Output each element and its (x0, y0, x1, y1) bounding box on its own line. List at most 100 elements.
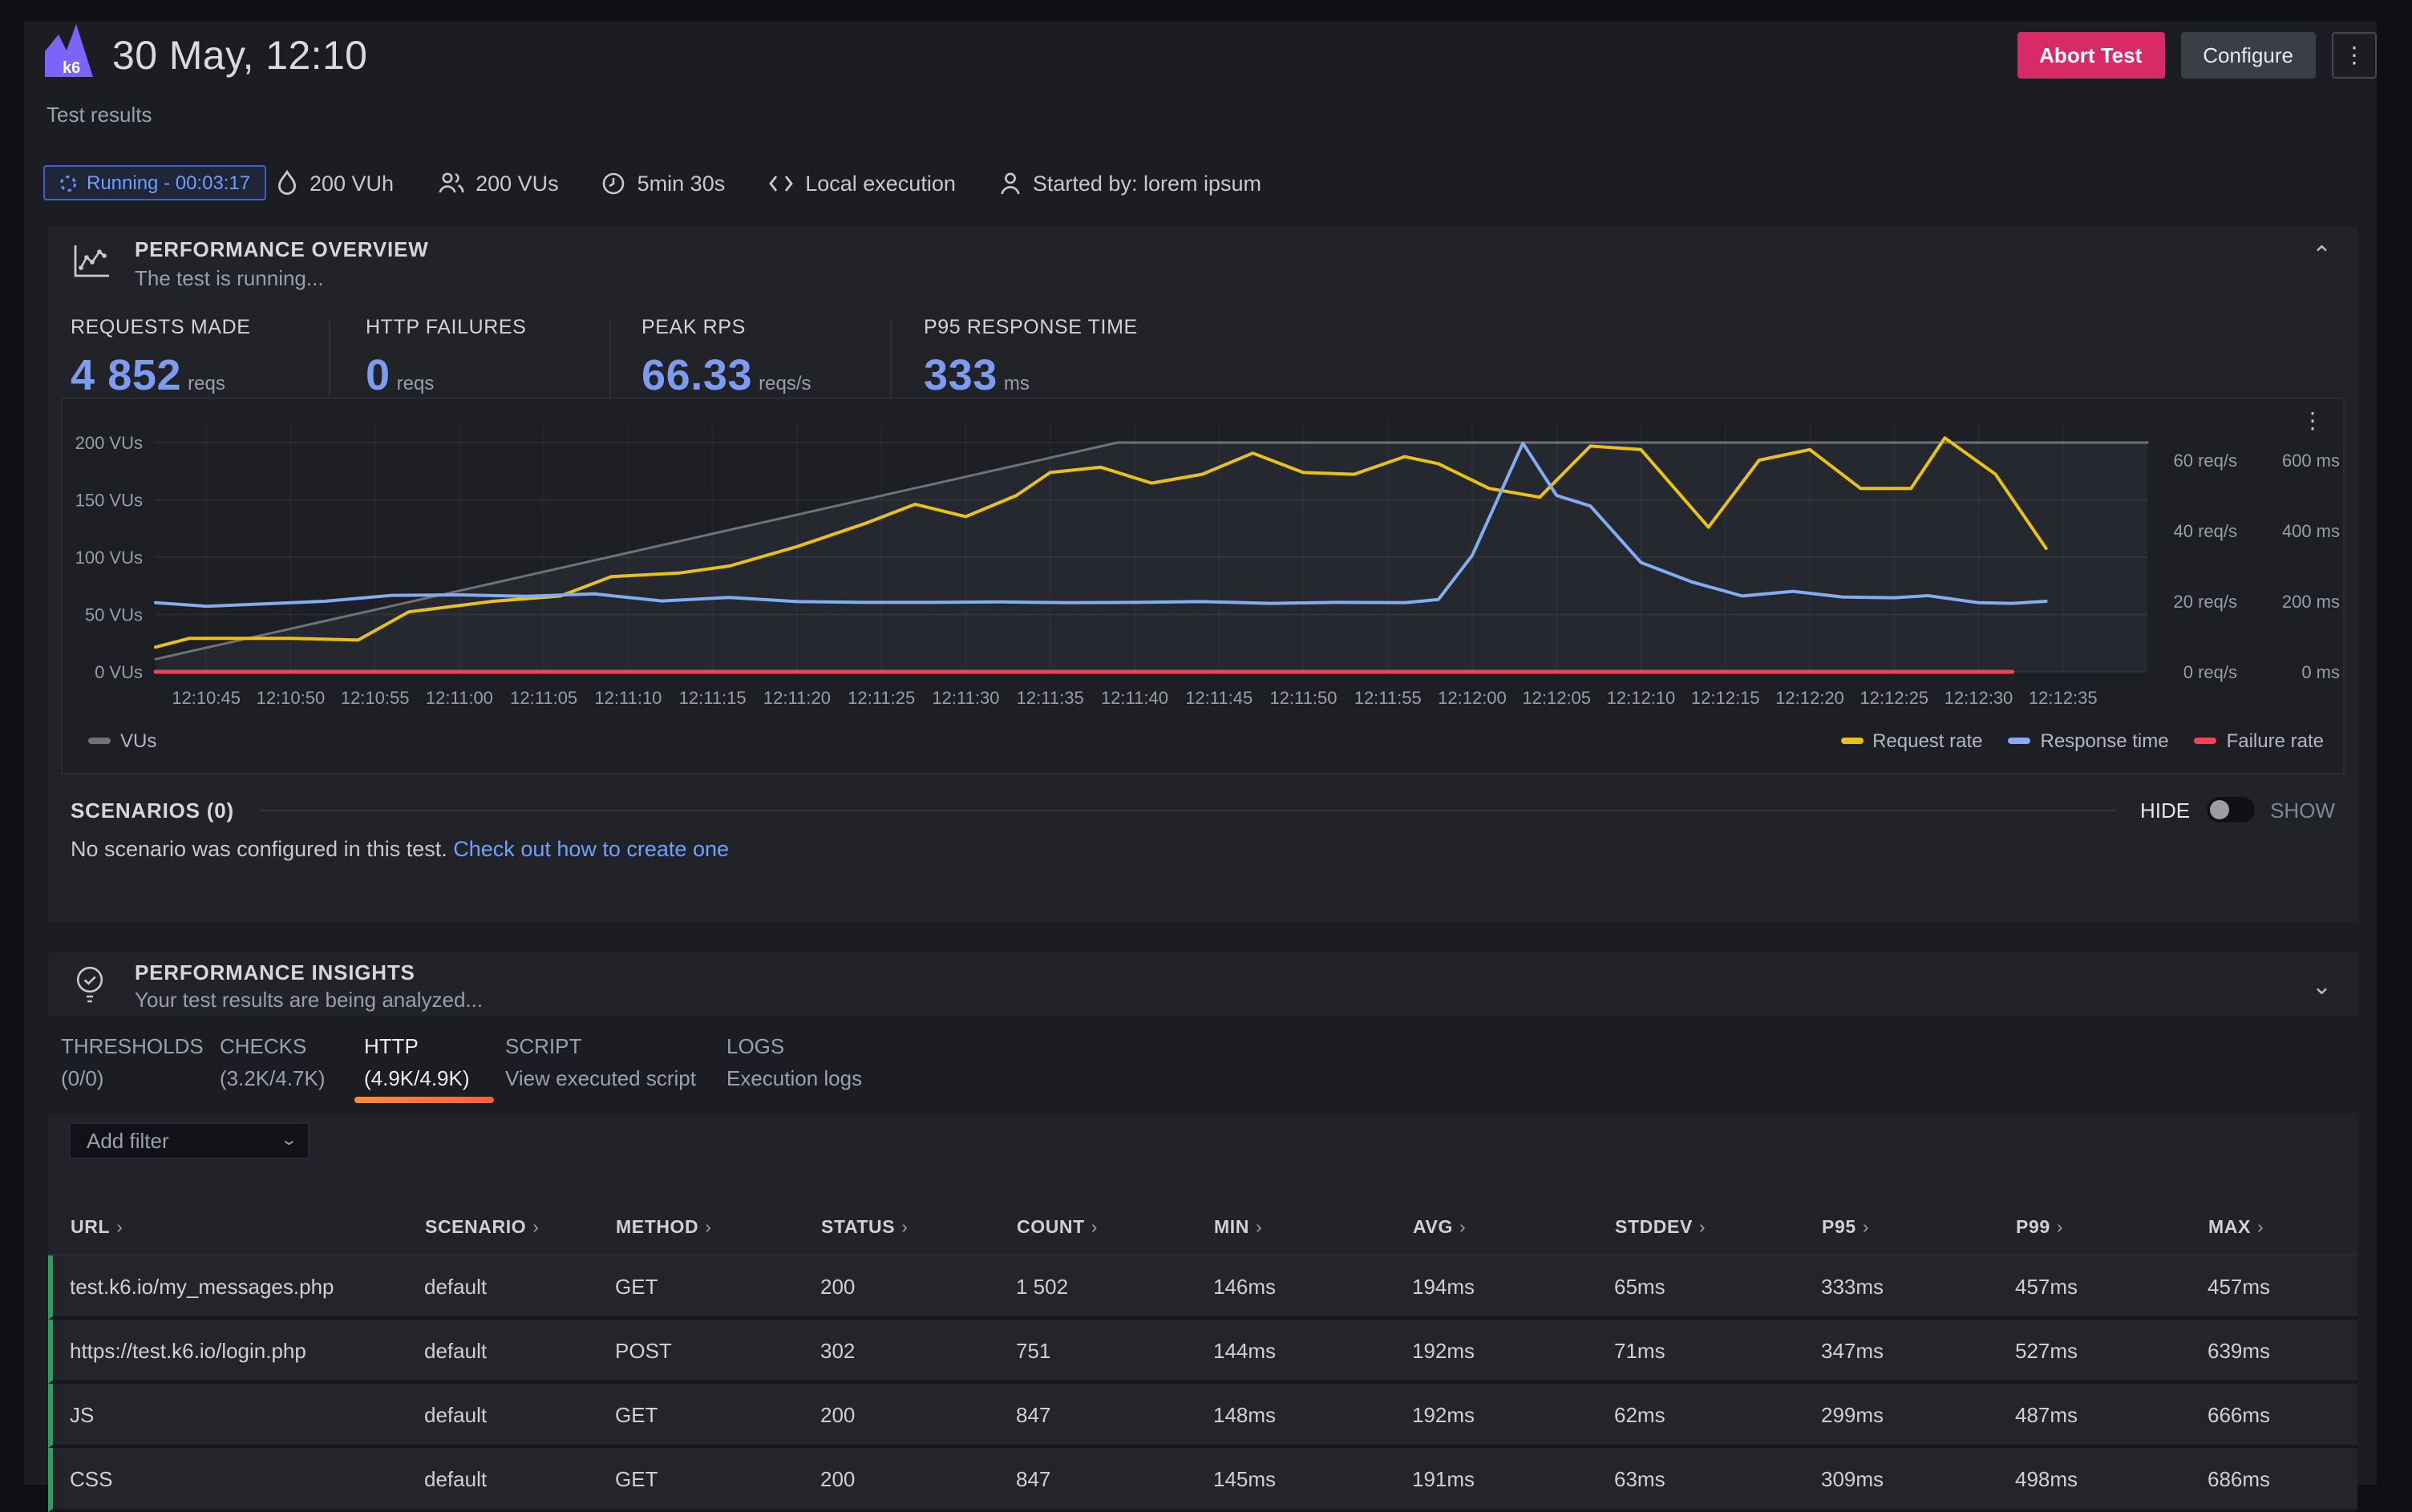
chevron-down-icon[interactable]: ⌄ (2312, 972, 2332, 1001)
status-item-label: Started by: lorem ipsum (1033, 171, 1261, 195)
svg-text:150 VUs: 150 VUs (75, 491, 143, 511)
legend-label: Response time (2041, 730, 2169, 752)
column-header-status[interactable]: STATUS› (821, 1219, 908, 1238)
tab-thresholds[interactable]: THRESHOLDS (0/0) (61, 1034, 204, 1090)
svg-text:k6: k6 (63, 59, 80, 77)
divider (329, 319, 330, 402)
table-cell: 191ms (1412, 1467, 1475, 1491)
metric-label: REQUESTS MADE (71, 316, 251, 338)
metric-value: 0 (366, 351, 391, 399)
sort-caret-icon: › (1699, 1219, 1706, 1238)
table-cell: POST (615, 1339, 672, 1363)
insights-subtitle: Your test results are being analyzed... (135, 988, 483, 1012)
k6-logo: k6 (45, 24, 93, 77)
divider (609, 319, 611, 402)
add-filter-dropdown[interactable]: Add filter ⌄ (69, 1122, 310, 1159)
column-header-count[interactable]: COUNT› (1017, 1219, 1098, 1238)
tab-sublabel: (0/0) (61, 1066, 204, 1090)
create-scenario-link[interactable]: Check out how to create one (453, 837, 729, 861)
configure-button[interactable]: Configure (2180, 32, 2316, 79)
svg-text:12:11:20: 12:11:20 (763, 688, 831, 708)
running-status-badge: Running - 00:03:17 (43, 165, 266, 200)
svg-text:12:11:45: 12:11:45 (1185, 688, 1253, 708)
column-header-min[interactable]: MIN› (1214, 1219, 1262, 1238)
column-header-max[interactable]: MAX› (2208, 1219, 2264, 1238)
tab-label: SCRIPT (505, 1034, 696, 1058)
table-row[interactable]: CSSdefaultGET200847145ms191ms63ms309ms49… (48, 1448, 2357, 1512)
table-cell: 192ms (1412, 1339, 1475, 1363)
legend-item[interactable]: VUs (88, 730, 156, 752)
tab-logs[interactable]: LOGS Execution logs (726, 1034, 862, 1090)
kebab-menu-button[interactable]: ⋮ (2332, 32, 2377, 79)
legend-swatch (2009, 738, 2031, 744)
metric-p95-response-time: P95 RESPONSE TIME 333ms (924, 316, 1138, 401)
tab-http[interactable]: HTTP (4.9K/4.9K) (364, 1034, 470, 1090)
svg-text:0 VUs: 0 VUs (95, 662, 143, 682)
column-header-p99[interactable]: P99› (2016, 1219, 2063, 1238)
svg-text:12:12:00: 12:12:00 (1438, 688, 1507, 708)
chart-kebab-icon[interactable]: ⋮ (2292, 406, 2333, 435)
svg-text:60 req/s: 60 req/s (2174, 451, 2238, 471)
scenarios-message: No scenario was configured in this test.… (71, 837, 729, 861)
tab-sublabel: (4.9K/4.9K) (364, 1066, 470, 1090)
page-title: 30 May, 12:10 (112, 34, 367, 80)
column-header-url[interactable]: URL› (71, 1219, 123, 1238)
table-header: URL› SCENARIO› METHOD› STATUS› COUNT› MIN› AVG… (48, 1212, 2357, 1254)
legend-item[interactable]: Request rate (1840, 730, 1982, 752)
scenarios-toggle[interactable] (2206, 797, 2254, 823)
metric-label: PEAK RPS (641, 316, 811, 338)
svg-text:12:10:45: 12:10:45 (172, 688, 241, 708)
table-cell: 302 (820, 1339, 855, 1363)
svg-text:20 req/s: 20 req/s (2174, 592, 2238, 612)
table-cell: 309ms (1821, 1467, 1884, 1491)
insights-title: PERFORMANCE INSIGHTS (135, 960, 415, 984)
column-header-avg[interactable]: AVG› (1413, 1219, 1466, 1238)
running-status-text: Running - 00:03:17 (87, 172, 250, 194)
column-header-p95[interactable]: P95› (1822, 1219, 1869, 1238)
overview-chart: 0 VUs50 VUs100 VUs150 VUs200 VUs12:10:45… (63, 399, 2343, 720)
tab-label: HTTP (364, 1034, 470, 1058)
chart-legend-left: VUs (88, 730, 156, 752)
svg-text:12:11:30: 12:11:30 (932, 688, 999, 708)
table-row[interactable]: JSdefaultGET200847148ms192ms62ms299ms487… (48, 1384, 2357, 1448)
status-item-started-by: Started by: lorem ipsum (999, 171, 1261, 195)
column-header-method[interactable]: METHOD› (616, 1219, 712, 1238)
svg-text:12:12:15: 12:12:15 (1691, 688, 1760, 708)
table-cell: 299ms (1821, 1403, 1884, 1427)
svg-text:0 req/s: 0 req/s (2183, 662, 2237, 682)
table-row[interactable]: https://test.k6.io/login.phpdefaultPOST3… (48, 1320, 2357, 1384)
table-cell: 200 (820, 1467, 855, 1491)
table-cell: 333ms (1821, 1275, 1884, 1299)
sort-caret-icon: › (116, 1219, 123, 1238)
sort-caret-icon: › (1091, 1219, 1098, 1238)
table-row[interactable]: test.k6.io/my_messages.phpdefaultGET2001… (48, 1255, 2357, 1320)
table-cell: 200 (820, 1275, 855, 1299)
sort-caret-icon: › (1459, 1219, 1466, 1238)
scenarios-message-text: No scenario was configured in this test. (71, 837, 447, 861)
status-item-execution: Local execution (768, 171, 956, 195)
tab-checks[interactable]: CHECKS (3.2K/4.7K) (220, 1034, 326, 1090)
abort-test-button[interactable]: Abort Test (2017, 32, 2164, 79)
svg-text:12:11:10: 12:11:10 (594, 688, 662, 708)
metric-unit: reqs/s (759, 372, 811, 394)
svg-text:100 VUs: 100 VUs (75, 548, 143, 568)
svg-text:12:11:50: 12:11:50 (1269, 688, 1337, 708)
legend-label: VUs (120, 730, 156, 752)
table-cell: 751 (1016, 1339, 1050, 1363)
svg-text:12:11:00: 12:11:00 (426, 688, 493, 708)
svg-text:0 ms: 0 ms (2301, 662, 2340, 682)
sort-caret-icon: › (901, 1219, 908, 1238)
legend-item[interactable]: Response time (2009, 730, 2169, 752)
tab-script[interactable]: SCRIPT View executed script (505, 1034, 696, 1090)
chevron-up-icon[interactable]: ⌃ (2312, 241, 2332, 269)
column-header-stddev[interactable]: STDDEV› (1615, 1219, 1706, 1238)
metric-unit: ms (1004, 372, 1030, 394)
http-results-card: Add filter ⌄ URL› SCENARIO› METHOD› STATUS›… (48, 1113, 2357, 1485)
svg-text:12:11:15: 12:11:15 (679, 688, 747, 708)
performance-overview-card: PERFORMANCE OVERVIEW The test is running… (48, 226, 2357, 922)
users-icon (437, 172, 464, 194)
metric-value: 333 (924, 351, 998, 399)
legend-item[interactable]: Failure rate (2195, 730, 2324, 752)
svg-text:12:12:25: 12:12:25 (1860, 688, 1928, 708)
column-header-scenario[interactable]: SCENARIO› (425, 1219, 540, 1238)
